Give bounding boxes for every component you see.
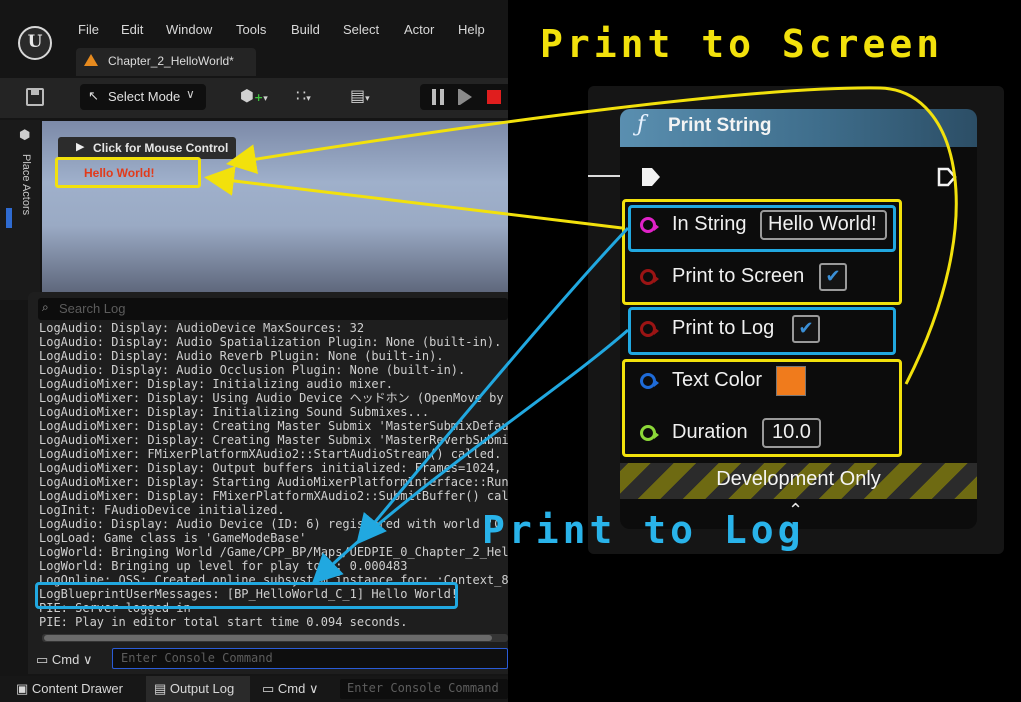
mouse-control-label: Click for Mouse Control [93,141,229,155]
log-line: LogAudio: Display: Audio Device (ID: 6) … [39,517,502,531]
log-line: LogLoad: Game class is 'GameModeBase' [39,531,307,545]
place-actors-label[interactable]: Place Actors [20,154,32,215]
level-tab[interactable]: Chapter_2_HelloWorld* [76,48,256,76]
console-icon: ▭ [36,652,49,667]
cmd-label-bottom: Cmd [277,681,306,696]
chevron-down-icon: ∨ [186,87,195,101]
exec-in-pin-icon[interactable] [640,166,662,188]
log-line: LogInit: FAudioDevice initialized. [39,503,285,517]
log-line: LogAudio: Display: Audio Reverb Plugin: … [39,349,444,363]
chevron-down-icon: ∨ [309,681,319,696]
in-string-highlight [628,205,896,252]
log-line: LogAudioMixer: Display: Creating Master … [39,433,508,447]
node-title: Print String [668,115,772,136]
menu-edit[interactable]: Edit [121,22,143,37]
print-to-log-annotation: Print to Log [482,508,805,552]
text-options-highlight [622,359,902,457]
cmd-dropdown[interactable]: ▭ Cmd ∨ [36,652,93,668]
exec-wire [588,175,620,177]
log-line: LogAudioMixer: Display: FMixerPlatformXA… [39,489,508,503]
log-line: LogAudioMixer: Display: Initializing aud… [39,377,394,391]
cinematics-icon[interactable]: ▤▾ [350,86,370,105]
log-line: LogAudio: Display: Audio Spatialization … [39,335,502,349]
output-log-button[interactable]: ▤ Output Log [154,681,234,697]
log-line: LogAudioMixer: Display: Starting AudioMi… [39,475,508,489]
mouse-control-hint[interactable]: ▶ Click for Mouse Control [58,137,236,159]
chevron-down-icon: ∨ [83,652,93,667]
output-log-label: Output Log [169,681,235,696]
add-actor-icon[interactable]: ⬢+▾ [240,86,268,105]
exec-out-pin-icon[interactable] [936,166,958,188]
console-placeholder: Enter Console Command [121,651,273,665]
cmd-label: Cmd [51,652,80,667]
select-mode-dropdown[interactable]: ↖ Select Mode ∨ [80,84,206,110]
place-actors-icon[interactable]: ⬢ [19,128,30,143]
menu-tools[interactable]: Tools [236,22,266,37]
screen-message: Hello World! [84,166,155,180]
level-icon [84,54,98,66]
blueprint-menu-icon[interactable]: ∷▾ [296,86,311,105]
console-icon: ▭ [262,681,275,696]
search-icon: ⌕ [42,300,49,314]
cursor-icon: ↖ [88,89,99,104]
save-icon[interactable] [26,88,44,106]
log-line: LogWorld: Bringing World /Game/CPP_BP/Ma… [39,545,508,559]
log-line: LogAudioMixer: Display: Using Audio Devi… [39,391,508,405]
menu-build[interactable]: Build [291,22,320,37]
menu-actor[interactable]: Actor [404,22,434,37]
log-scrollbar-thumb[interactable] [44,635,492,641]
content-drawer-label: Content Drawer [31,681,123,696]
log-line: LogAudio: Display: Audio Occlusion Plugi… [39,363,466,377]
menu-window[interactable]: Window [166,22,212,37]
console-placeholder-bottom: Enter Console Command [347,681,499,695]
cursor-icon: ▶ [76,140,85,153]
log-line: LogAudioMixer: Display: Output buffers i… [39,461,508,475]
function-icon: ƒ [637,112,646,137]
development-only-label: Development Only [716,468,881,490]
search-log-placeholder: Search Log [59,301,126,316]
frame-skip-icon[interactable] [460,89,472,105]
print-to-screen-annotation: Print to Screen [540,22,944,66]
print-to-log-highlight [628,307,896,355]
log-line: LogWorld: Bringing up level for play too… [39,559,408,573]
folder-icon: ▣ [16,681,29,696]
menu-help[interactable]: Help [458,22,485,37]
unreal-logo-icon[interactable]: U [18,26,52,60]
log-line: LogAudioMixer: Display: Initializing Sou… [39,405,430,419]
stop-icon[interactable] [487,90,501,104]
log-line: PIE: Play in editor total start time 0.0… [39,615,408,629]
console-command-input[interactable]: Enter Console Command [112,648,508,669]
level-tab-label: Chapter_2_HelloWorld* [108,54,234,68]
search-log-input[interactable]: ⌕ Search Log [38,298,508,320]
side-tab-indicator [6,208,12,228]
cmd-dropdown-bottom[interactable]: ▭ Cmd ∨ [262,681,319,697]
content-drawer-button[interactable]: ▣ Content Drawer [16,681,123,697]
log-line: LogAudioMixer: FMixerPlatformXAudio2::St… [39,447,508,461]
log-line: LogAudioMixer: Display: Creating Master … [39,419,508,433]
log-icon: ▤ [154,681,167,696]
log-message-highlight [35,582,458,609]
menu-file[interactable]: File [78,22,99,37]
log-line: LogAudio: Display: AudioDevice MaxSource… [39,321,365,335]
select-mode-label: Select Mode [108,89,181,104]
menu-select[interactable]: Select [343,22,379,37]
console-command-input-bottom[interactable]: Enter Console Command [340,679,508,699]
